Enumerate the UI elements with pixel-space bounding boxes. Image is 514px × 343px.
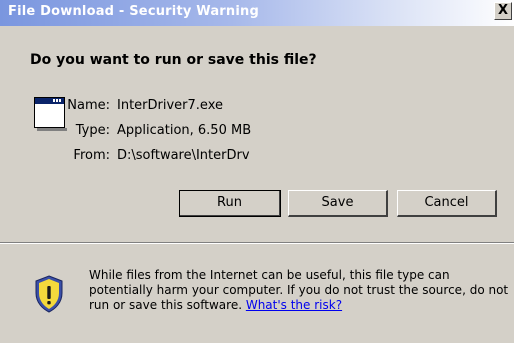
dialog-question: Do you want to run or save this file? bbox=[30, 52, 317, 68]
file-type-value: Application, 6.50 MB bbox=[117, 123, 252, 138]
file-name-value: InterDriver7.exe bbox=[117, 98, 223, 113]
cancel-button[interactable]: Cancel bbox=[397, 190, 497, 217]
security-shield-icon bbox=[35, 275, 63, 313]
title-bar[interactable]: File Download - Security Warning X bbox=[0, 0, 514, 26]
close-icon: X bbox=[497, 3, 509, 18]
file-source-value: D:\software\InterDrv bbox=[117, 148, 250, 163]
security-warning-text: While files from the Internet can be use… bbox=[89, 268, 509, 313]
file-name-label: Name: bbox=[67, 98, 110, 113]
file-download-dialog: File Download - Security Warning X Do yo… bbox=[0, 0, 514, 343]
file-type-label: Type: bbox=[75, 123, 110, 138]
save-button[interactable]: Save bbox=[288, 190, 388, 217]
run-button[interactable]: Run bbox=[179, 190, 281, 217]
separator bbox=[0, 242, 514, 244]
file-source-label: From: bbox=[73, 148, 110, 163]
window-title: File Download - Security Warning bbox=[8, 4, 259, 19]
close-button[interactable]: X bbox=[494, 2, 512, 20]
whats-the-risk-link[interactable]: What's the risk? bbox=[246, 298, 342, 312]
